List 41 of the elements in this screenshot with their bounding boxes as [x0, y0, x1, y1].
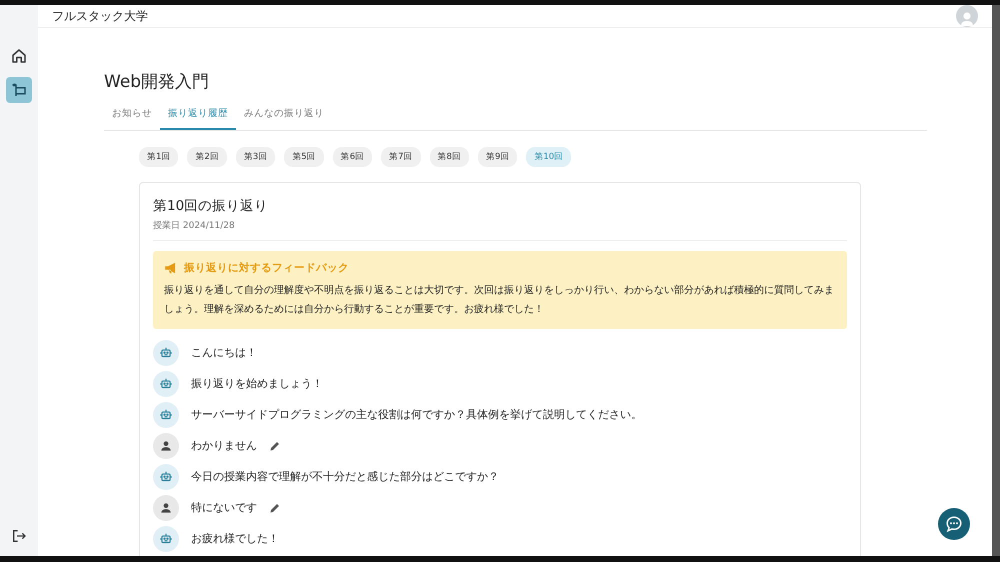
message-text: 今日の授業内容で理解が不十分だと感じた部分はどこですか？: [191, 469, 499, 484]
tab[interactable]: お知らせ: [104, 101, 160, 130]
chat-bubble-icon: [945, 515, 963, 533]
session-chip[interactable]: 第8回: [430, 147, 469, 167]
home-icon: [10, 47, 28, 65]
robot-icon: [159, 470, 173, 484]
feedback-text: 振り返りを通して自分の理解度や不明点を振り返ることは大切です。次回は振り返りをしっかり行い、わからない部分があれば積極的に質問してみましょう。理解を深めるためには自分から行動することが重要です。お疲れ様でした！: [164, 284, 835, 317]
sidebar-item[interactable]: [6, 77, 32, 103]
message-text: 振り返りを始めましょう！: [191, 376, 323, 391]
session-chip[interactable]: 第3回: [236, 147, 276, 167]
logout-icon[interactable]: [11, 528, 27, 544]
person-icon: [159, 438, 173, 452]
course-title: Web開発入門: [104, 71, 210, 93]
scrollbar[interactable]: [992, 5, 1000, 556]
megaphone-icon: [164, 262, 178, 274]
message-text: サーバーサイドプログラミングの主な役割は何ですか？具体例を挙げて説明してください。: [191, 407, 642, 422]
app-title: フルスタック大学: [52, 8, 148, 24]
robot-icon: [159, 346, 173, 360]
reflection-title: 第10回の振り返り: [153, 197, 270, 215]
tab[interactable]: 振り返り履歴: [160, 101, 236, 130]
robot-icon: [159, 532, 173, 546]
person-icon: [159, 500, 173, 514]
message-text: わかりません: [191, 438, 257, 453]
signpost-icon: [10, 81, 28, 99]
session-chip[interactable]: 第1回: [139, 147, 178, 167]
message-text: お疲れ様でした！: [191, 531, 279, 546]
session-chip[interactable]: 第9回: [478, 147, 518, 167]
message-text: 特にないです: [191, 500, 257, 515]
session-chip[interactable]: 第5回: [284, 147, 324, 167]
message-text: こんにちは！: [191, 345, 257, 360]
robot-icon: [159, 408, 173, 422]
pencil-icon[interactable]: [269, 502, 281, 514]
session-chip[interactable]: 第2回: [187, 147, 227, 167]
pencil-icon[interactable]: [269, 440, 281, 452]
feedback-title: 振り返りに対するフィードバック: [184, 261, 349, 275]
session-chip[interactable]: 第6回: [332, 147, 372, 167]
chat-button[interactable]: [938, 508, 970, 540]
session-chip[interactable]: 第7回: [381, 147, 421, 167]
robot-icon: [159, 376, 173, 390]
class-date: 授業日 2024/11/28: [153, 220, 236, 232]
tab[interactable]: みんなの振り返り: [236, 101, 332, 130]
